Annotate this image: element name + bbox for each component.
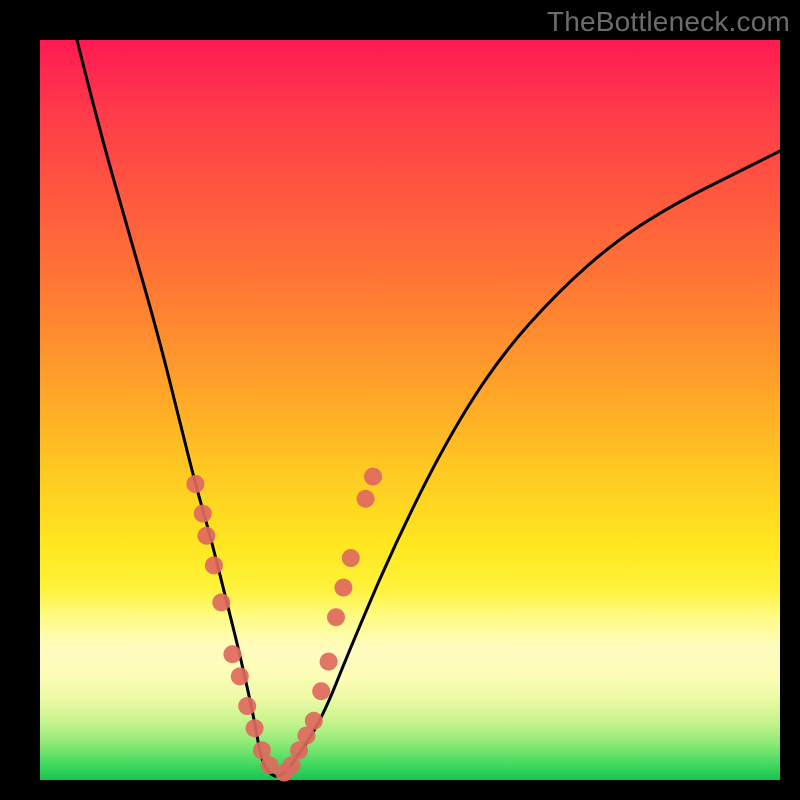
data-point-markers [186, 468, 382, 782]
data-point-marker [305, 712, 323, 730]
data-point-marker [320, 653, 338, 671]
bottleneck-curve [77, 40, 780, 776]
data-point-marker [334, 579, 352, 597]
data-point-marker [198, 527, 216, 545]
data-point-marker [231, 667, 249, 685]
watermark-text: TheBottleneck.com [547, 6, 790, 38]
data-point-marker [194, 505, 212, 523]
data-point-marker [342, 549, 360, 567]
data-point-marker [357, 490, 375, 508]
data-point-marker [238, 697, 256, 715]
data-point-marker [205, 556, 223, 574]
chart-frame: TheBottleneck.com [0, 0, 800, 800]
data-point-marker [246, 719, 264, 737]
data-point-marker [212, 593, 230, 611]
plot-area [40, 40, 780, 780]
data-point-marker [223, 645, 241, 663]
bottleneck-chart-svg [40, 40, 780, 780]
data-point-marker [312, 682, 330, 700]
data-point-marker [364, 468, 382, 486]
data-point-marker [186, 475, 204, 493]
data-point-marker [327, 608, 345, 626]
